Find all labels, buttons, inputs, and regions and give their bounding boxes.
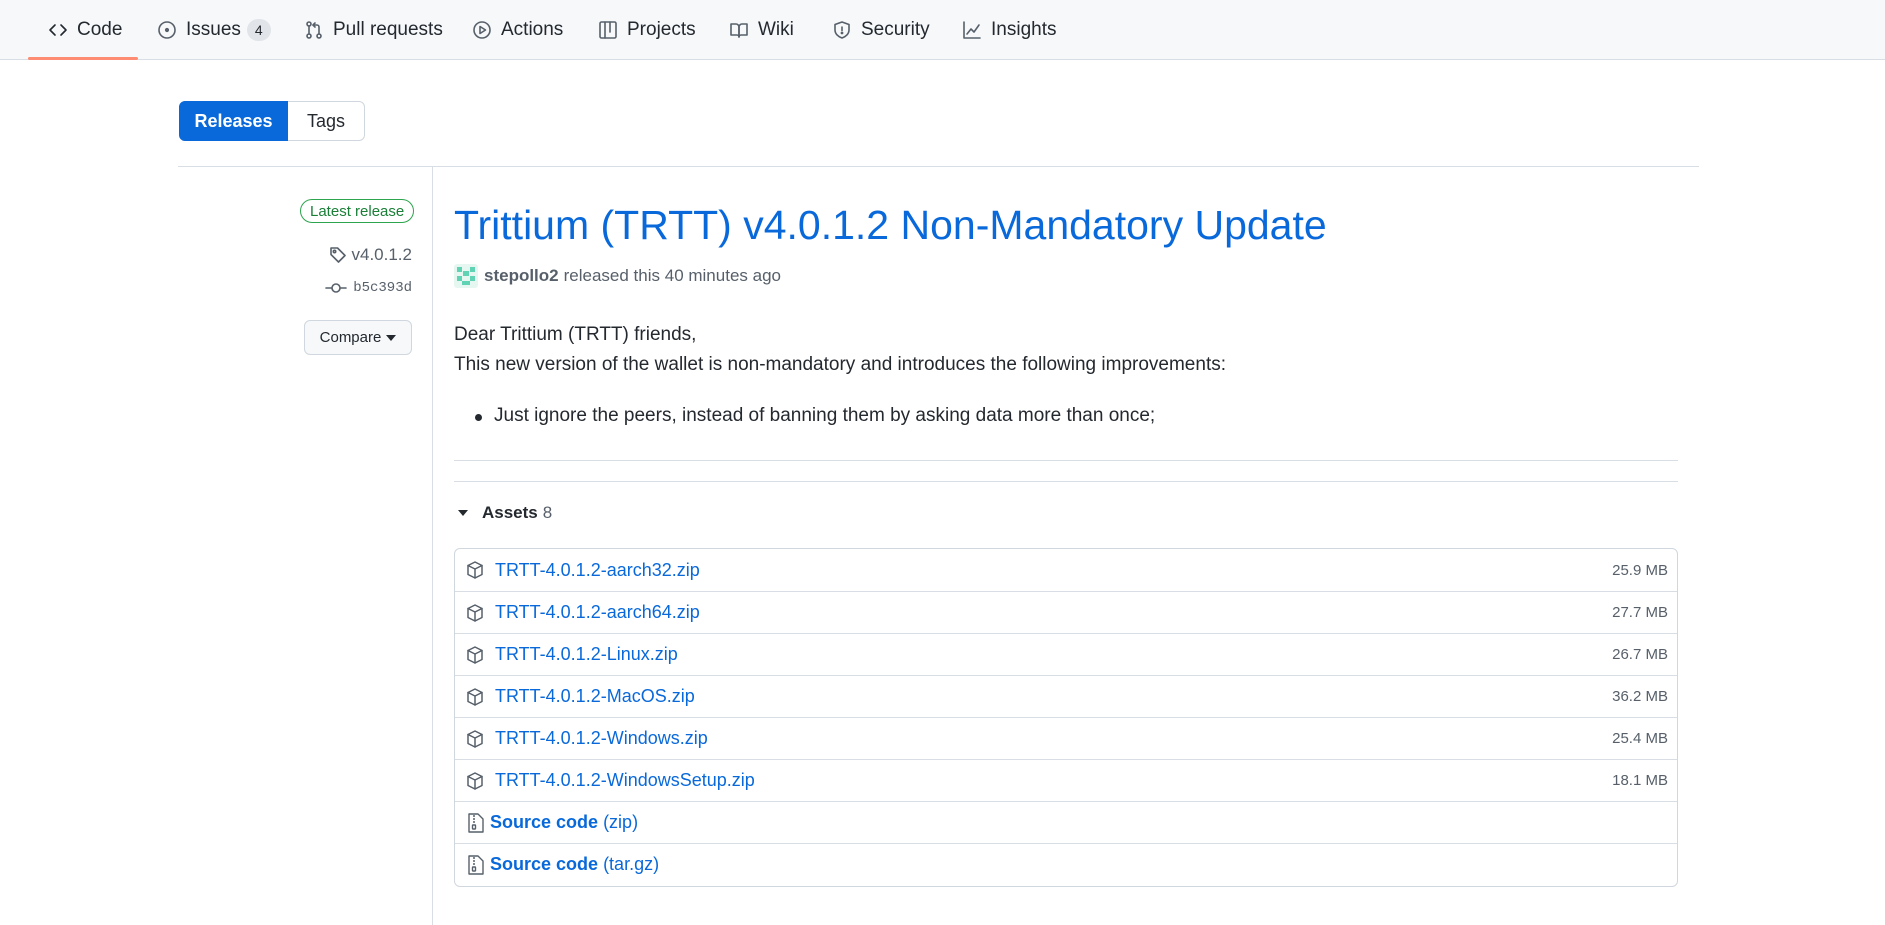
source-code-zip-link[interactable]: Source code (zip) bbox=[490, 812, 638, 833]
release-title[interactable]: Trittium (TRTT) v4.0.1.2 Non-Mandatory U… bbox=[454, 202, 1327, 249]
package-icon bbox=[467, 561, 483, 579]
releases-tab[interactable]: Releases bbox=[179, 101, 288, 141]
tab-wiki-label: Wiki bbox=[758, 19, 794, 40]
source-format: (zip) bbox=[603, 812, 639, 832]
tab-wiki[interactable]: Wiki bbox=[729, 0, 794, 60]
latest-release-badge: Latest release bbox=[300, 199, 415, 223]
tab-pull-requests-label: Pull requests bbox=[333, 19, 443, 40]
source-code-label: Source code bbox=[490, 812, 599, 832]
asset-row: TRTT-4.0.1.2-WindowsSetup.zip 18.1 MB bbox=[455, 759, 1677, 801]
asset-size: 25.9 MB bbox=[1612, 561, 1668, 579]
issue-opened-icon bbox=[158, 21, 176, 39]
repo-nav: Code Issues 4 Pull requests Actions Proj… bbox=[0, 0, 1885, 60]
tab-security-label: Security bbox=[861, 19, 930, 40]
releases-tags-switch: Releases Tags bbox=[179, 101, 365, 141]
release-author[interactable]: stepollo2 bbox=[484, 266, 559, 286]
compare-button[interactable]: Compare bbox=[304, 320, 412, 355]
release-tag[interactable]: v4.0.1.2 bbox=[329, 245, 413, 265]
issues-counter: 4 bbox=[246, 19, 271, 41]
package-icon bbox=[467, 772, 483, 790]
tab-security[interactable]: Security bbox=[832, 0, 930, 60]
graph-icon bbox=[963, 21, 981, 39]
release-note-item: Just ignore the peers, instead of bannin… bbox=[494, 405, 1156, 426]
released-time: released this 40 minutes ago bbox=[563, 266, 781, 285]
code-icon bbox=[49, 24, 67, 36]
tab-code[interactable]: Code bbox=[48, 0, 122, 60]
package-icon bbox=[467, 646, 483, 664]
asset-link[interactable]: TRTT-4.0.1.2-Windows.zip bbox=[495, 728, 708, 749]
tab-pull-requests[interactable]: Pull requests bbox=[304, 0, 443, 60]
source-code-label: Source code bbox=[490, 854, 599, 874]
package-icon bbox=[467, 688, 483, 706]
tab-issues[interactable]: Issues 4 bbox=[157, 0, 271, 60]
tab-code-label: Code bbox=[77, 19, 123, 40]
asset-row: TRTT-4.0.1.2-Linux.zip 26.7 MB bbox=[455, 633, 1677, 675]
table-icon bbox=[599, 21, 617, 39]
asset-link[interactable]: TRTT-4.0.1.2-Linux.zip bbox=[495, 644, 678, 665]
asset-link[interactable]: TRTT-4.0.1.2-aarch64.zip bbox=[495, 602, 700, 623]
tab-actions-label: Actions bbox=[501, 19, 564, 40]
release-byline: stepollo2 released this 40 minutes ago bbox=[454, 264, 781, 288]
asset-size: 27.7 MB bbox=[1612, 604, 1668, 621]
asset-link[interactable]: TRTT-4.0.1.2-WindowsSetup.zip bbox=[495, 770, 755, 791]
asset-row: TRTT-4.0.1.2-aarch32.zip 25.9 MB bbox=[455, 549, 1677, 591]
tab-projects[interactable]: Projects bbox=[598, 0, 696, 60]
release-greeting: Dear Trittium (TRTT) friends, bbox=[454, 324, 697, 345]
source-row: Source code (zip) bbox=[455, 801, 1677, 843]
asset-row: TRTT-4.0.1.2-aarch64.zip 27.7 MB bbox=[455, 591, 1677, 633]
shield-icon bbox=[834, 21, 850, 39]
commit-sha: b5c393d bbox=[353, 280, 412, 296]
asset-row: TRTT-4.0.1.2-Windows.zip 25.4 MB bbox=[455, 717, 1677, 759]
tab-insights-label: Insights bbox=[991, 19, 1057, 40]
source-row: Source code (tar.gz) bbox=[455, 843, 1677, 885]
avatar[interactable] bbox=[454, 264, 478, 288]
tab-actions[interactable]: Actions bbox=[472, 0, 563, 60]
package-icon bbox=[467, 604, 483, 622]
release-commit[interactable]: b5c393d bbox=[325, 280, 412, 296]
tag-icon bbox=[329, 247, 346, 263]
assets-label: Assets bbox=[482, 503, 538, 522]
asset-size: 18.1 MB bbox=[1612, 772, 1668, 789]
file-zip-icon bbox=[468, 855, 484, 875]
source-code-targz-link[interactable]: Source code (tar.gz) bbox=[490, 854, 659, 875]
package-icon bbox=[467, 730, 483, 748]
tab-issues-label: Issues bbox=[186, 19, 241, 40]
asset-size: 26.7 MB bbox=[1612, 646, 1668, 663]
assets-toggle[interactable]: Assets 8 bbox=[458, 503, 552, 523]
tags-tab[interactable]: Tags bbox=[288, 101, 365, 141]
tab-insights[interactable]: Insights bbox=[962, 0, 1056, 60]
git-pull-request-icon bbox=[306, 21, 322, 39]
release-intro: This new version of the wallet is non-ma… bbox=[454, 354, 1226, 375]
notes-divider bbox=[454, 460, 1678, 461]
assets-count: 8 bbox=[542, 503, 553, 522]
source-format: (tar.gz) bbox=[603, 854, 660, 874]
asset-size: 36.2 MB bbox=[1612, 688, 1668, 705]
timeline-divider bbox=[432, 166, 433, 925]
file-zip-icon bbox=[468, 813, 484, 833]
tag-name: v4.0.1.2 bbox=[351, 245, 413, 264]
header-divider bbox=[178, 166, 1699, 167]
book-icon bbox=[730, 23, 748, 38]
assets-list: TRTT-4.0.1.2-aarch32.zip 25.9 MB TRTT-4.… bbox=[454, 548, 1678, 887]
active-tab-underline bbox=[28, 57, 138, 60]
git-commit-icon bbox=[325, 283, 347, 293]
asset-link[interactable]: TRTT-4.0.1.2-MacOS.zip bbox=[495, 686, 695, 707]
compare-label: Compare bbox=[319, 329, 382, 346]
bullet-marker bbox=[475, 414, 482, 421]
play-icon bbox=[473, 21, 491, 39]
assets-divider bbox=[454, 481, 1678, 482]
asset-size: 25.4 MB bbox=[1612, 730, 1668, 747]
asset-row: TRTT-4.0.1.2-MacOS.zip 36.2 MB bbox=[455, 675, 1677, 717]
asset-link[interactable]: TRTT-4.0.1.2-aarch32.zip bbox=[495, 560, 700, 581]
triangle-down-icon bbox=[458, 510, 468, 516]
tab-projects-label: Projects bbox=[627, 19, 696, 40]
caret-down-icon bbox=[386, 334, 397, 341]
